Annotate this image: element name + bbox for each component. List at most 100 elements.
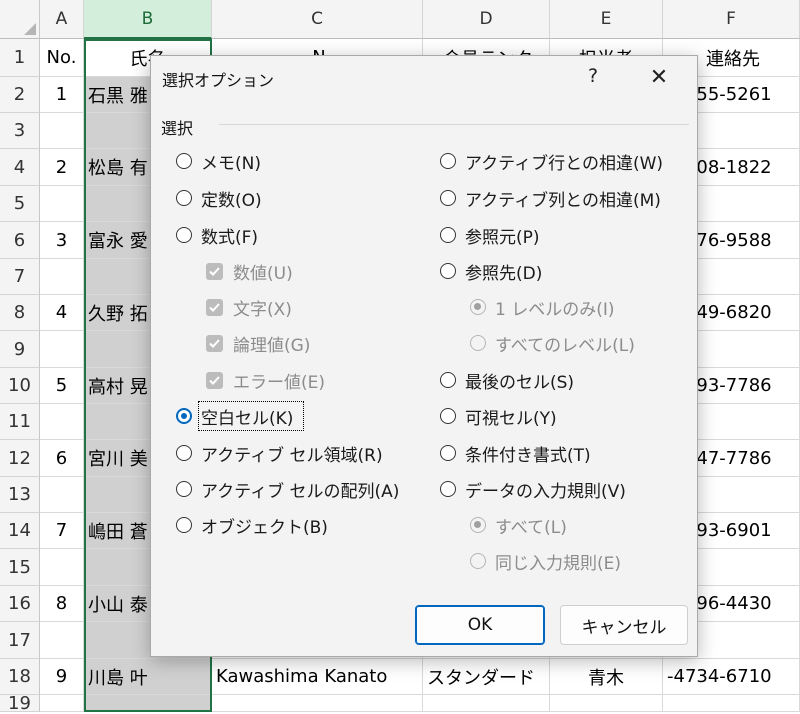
row-header[interactable]: 19 — [0, 693, 40, 714]
row-header[interactable]: 3 — [0, 113, 40, 149]
option-label: すべて(L) — [495, 517, 567, 538]
cell-no[interactable]: 6 — [40, 440, 84, 476]
option-label: アクティブ列との相違(M) — [465, 190, 661, 211]
cell-c[interactable] — [212, 695, 423, 711]
cell-e[interactable]: 青木 — [550, 659, 663, 694]
option-data-validation[interactable]: データの入力規則(V) — [440, 474, 626, 504]
radio-icon — [176, 445, 192, 461]
cell-no[interactable] — [40, 259, 84, 294]
help-button[interactable]: ? — [581, 62, 605, 90]
column-header-a[interactable]: A — [40, 0, 84, 39]
row-header[interactable]: 11 — [0, 404, 40, 440]
cell-f[interactable]: -4734-6710 — [663, 659, 800, 694]
cell-no[interactable]: 1 — [40, 77, 84, 112]
option-label: 数式(F) — [201, 227, 259, 248]
cell-no[interactable]: 9 — [40, 659, 84, 694]
option-last-cell[interactable]: 最後のセル(S) — [440, 365, 574, 395]
column-header-f[interactable]: F — [663, 0, 800, 39]
cell-no[interactable]: 2 — [40, 149, 84, 185]
dialog-titlebar[interactable]: 選択オプション ? ✕ — [151, 56, 697, 98]
option-label: 空白セル(K) — [201, 408, 294, 429]
checkbox-numbers: 数値(U) — [206, 256, 293, 286]
cell-no[interactable]: 7 — [40, 513, 84, 548]
option-label: オブジェクト(B) — [201, 517, 328, 538]
row-header[interactable]: 10 — [0, 368, 40, 404]
cell-no[interactable] — [40, 113, 84, 148]
cell-no[interactable]: 4 — [40, 295, 84, 330]
column-header-c[interactable]: C — [212, 0, 423, 39]
cell-no[interactable]: 8 — [40, 586, 84, 621]
option-label: 同じ入力規則(E) — [495, 553, 622, 574]
radio-icon — [176, 481, 192, 497]
option-precedents[interactable]: 参照元(P) — [440, 220, 540, 250]
option-label: 1 レベルのみ(I) — [495, 299, 615, 320]
select-all-corner[interactable] — [0, 0, 40, 39]
option-row-differences[interactable]: アクティブ行との相違(W) — [440, 146, 663, 176]
radio-icon — [440, 372, 456, 388]
row-header[interactable]: 6 — [0, 222, 40, 259]
radio-icon — [176, 517, 192, 533]
option-current-region[interactable]: アクティブ セル領域(R) — [176, 438, 383, 468]
row-header[interactable]: 14 — [0, 513, 40, 549]
radio-selected-icon — [470, 517, 486, 533]
cell-no[interactable] — [40, 549, 84, 585]
row-header[interactable]: 13 — [0, 477, 40, 513]
row-header[interactable]: 8 — [0, 295, 40, 331]
option-label: 参照元(P) — [465, 227, 540, 248]
row-header[interactable]: 4 — [0, 149, 40, 186]
radio-icon — [470, 335, 486, 351]
column-header-d[interactable]: D — [423, 0, 550, 39]
cell-no[interactable] — [40, 622, 84, 658]
option-formulas[interactable]: 数式(F) — [176, 220, 258, 250]
cancel-button[interactable]: キャンセル — [560, 605, 688, 645]
row-header[interactable]: 16 — [0, 586, 40, 622]
dialog-title: 選択オプション — [162, 71, 275, 90]
radio-icon — [440, 153, 456, 169]
row-header[interactable]: 18 — [0, 659, 40, 695]
row-header[interactable]: 9 — [0, 331, 40, 368]
option-validation-same: 同じ入力規則(E) — [470, 546, 621, 576]
cell-e[interactable] — [550, 695, 663, 711]
row-header[interactable]: 7 — [0, 259, 40, 295]
column-header-b[interactable]: B — [84, 0, 212, 39]
column-header-e[interactable]: E — [550, 0, 663, 39]
cell-f[interactable] — [663, 695, 800, 711]
radio-selected-icon — [176, 408, 192, 424]
cell-no[interactable] — [40, 404, 84, 439]
checkbox-logicals: 論理値(G) — [206, 328, 310, 358]
option-conditional-formats[interactable]: 条件付き書式(T) — [440, 438, 591, 468]
cell-name[interactable]: 川島 叶 — [84, 659, 212, 694]
cell-name[interactable] — [84, 695, 212, 711]
cell-no[interactable] — [40, 695, 84, 711]
cell-d[interactable] — [423, 695, 550, 711]
checkbox-errors: エラー値(E) — [206, 365, 325, 395]
radio-selected-icon — [470, 299, 486, 315]
close-button[interactable]: ✕ — [644, 62, 674, 92]
row-header[interactable]: 1 — [0, 39, 40, 77]
option-validation-all: すべて(L) — [470, 510, 567, 540]
option-current-array[interactable]: アクティブ セルの配列(A) — [176, 474, 399, 504]
cell-d[interactable]: スタンダード — [423, 659, 550, 694]
row-header[interactable]: 5 — [0, 186, 40, 222]
cell-no[interactable] — [40, 477, 84, 512]
cell-c[interactable]: Kawashima Kanato — [212, 659, 423, 694]
cell-no[interactable]: 5 — [40, 368, 84, 403]
cell-no[interactable] — [40, 186, 84, 221]
row-header[interactable]: 17 — [0, 622, 40, 659]
option-dependents[interactable]: 参照先(D) — [440, 256, 542, 286]
row-header[interactable]: 12 — [0, 440, 40, 477]
option-objects[interactable]: オブジェクト(B) — [176, 510, 328, 540]
option-visible-cells[interactable]: 可視セル(Y) — [440, 401, 557, 431]
option-blanks[interactable]: 空白セル(K) — [176, 401, 293, 431]
row-header[interactable]: 15 — [0, 549, 40, 586]
option-constants[interactable]: 定数(O) — [176, 183, 262, 213]
cell-no[interactable] — [40, 331, 84, 367]
option-column-differences[interactable]: アクティブ列との相違(M) — [440, 183, 661, 213]
row-header[interactable]: 2 — [0, 77, 40, 113]
option-memo[interactable]: メモ(N) — [176, 146, 261, 176]
ok-button[interactable]: OK — [415, 605, 545, 645]
radio-icon — [440, 263, 456, 279]
cell-no[interactable]: No. — [40, 39, 84, 76]
cell-no[interactable]: 3 — [40, 222, 84, 258]
table-row: 9 川島 叶 Kawashima Kanato スタンダード 青木 -4734-6710 — [40, 659, 800, 695]
